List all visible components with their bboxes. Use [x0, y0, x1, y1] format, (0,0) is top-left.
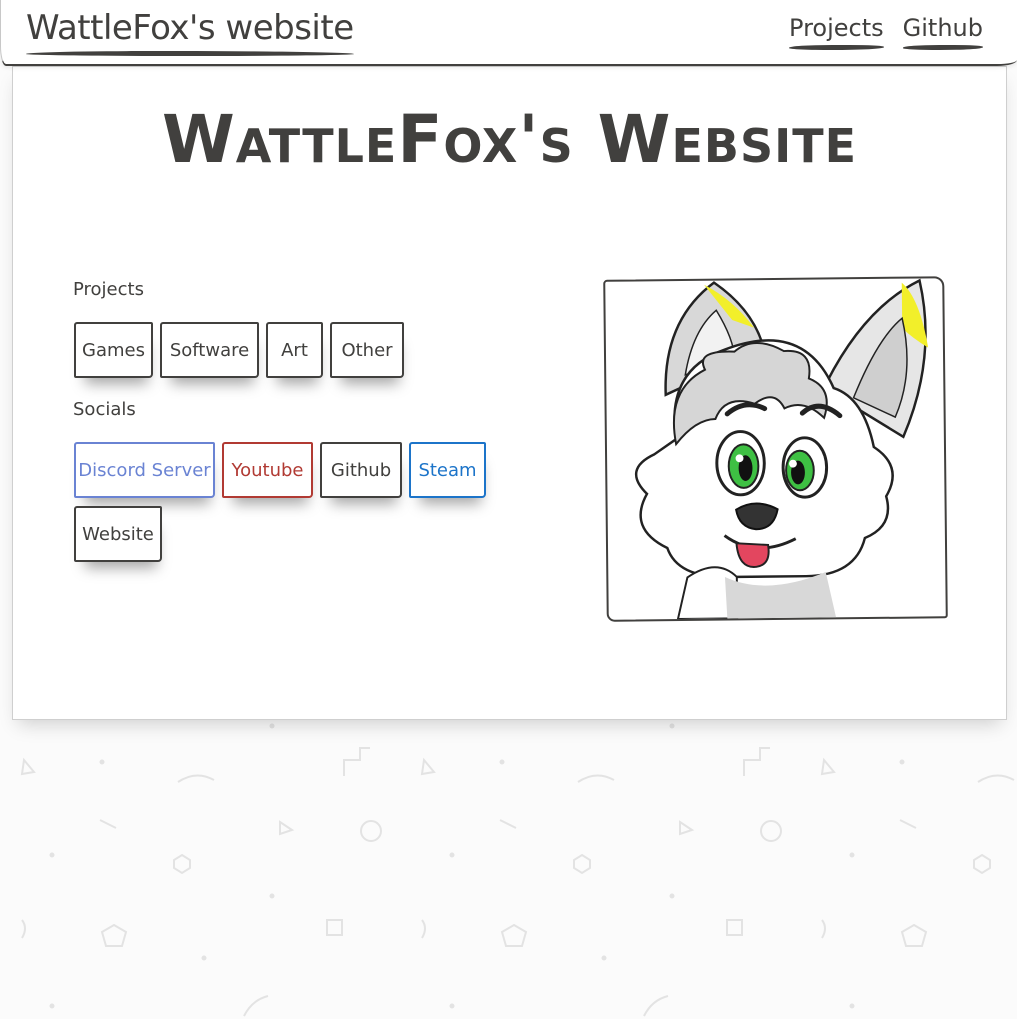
- fox-avatar-image: [603, 276, 948, 622]
- website-button[interactable]: Website: [74, 506, 162, 562]
- socials-buttons: Discord Server Youtube Github Steam Webs…: [74, 442, 504, 562]
- other-button[interactable]: Other: [330, 322, 404, 378]
- youtube-button[interactable]: Youtube: [222, 442, 313, 498]
- nav-links: Projects Github: [789, 14, 984, 50]
- github-button[interactable]: Github: [320, 442, 402, 498]
- page-title: WattleFox's Website: [161, 101, 858, 178]
- steam-button[interactable]: Steam: [409, 442, 486, 498]
- nav-link-github[interactable]: Github: [902, 14, 984, 50]
- site-brand-link[interactable]: WattleFox's website: [26, 8, 354, 56]
- nav-link-projects[interactable]: Projects: [789, 14, 884, 50]
- projects-buttons: Games Software Art Other: [74, 322, 534, 378]
- background-pattern: [20, 723, 1015, 1017]
- games-button[interactable]: Games: [74, 322, 153, 378]
- software-button[interactable]: Software: [160, 322, 259, 378]
- art-button[interactable]: Art: [266, 322, 323, 378]
- projects-heading: Projects: [73, 279, 144, 300]
- discord-server-button[interactable]: Discord Server: [74, 442, 215, 498]
- socials-heading: Socials: [73, 399, 136, 420]
- top-navbar: WattleFox's website Projects Github: [0, 0, 1017, 66]
- main-card: WattleFox's Website Projects Games Softw…: [12, 66, 1007, 720]
